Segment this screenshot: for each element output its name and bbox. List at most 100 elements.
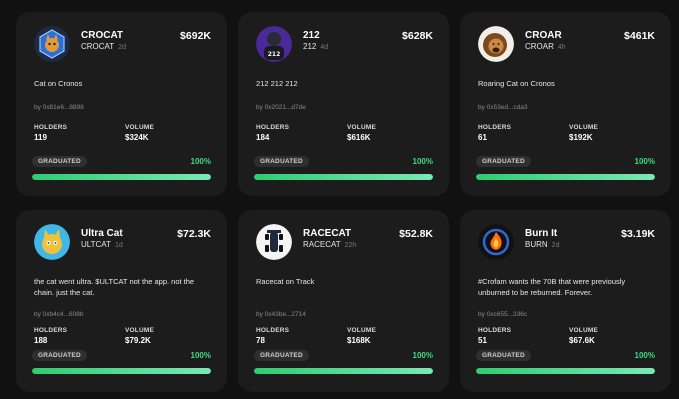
creator-address[interactable]: by 0x81e6...8898 (34, 104, 84, 111)
card-header: CROCAT CROCAT 2d $692K (34, 26, 211, 62)
token-description: 212 212 212 (256, 79, 298, 88)
212-avatar-icon: 212 (256, 26, 292, 62)
token-name: Burn It (525, 228, 558, 239)
token-stats: HOLDERS 51 VOLUME $67.6K (478, 327, 660, 345)
token-card-racecat[interactable]: RACECAT RACECAT 22h $52.8K Racecat on Tra… (238, 210, 449, 392)
token-name: RACECAT (303, 228, 352, 239)
creator-address[interactable]: by 0x43be...2714 (256, 311, 306, 318)
token-stats: HOLDERS 78 VOLUME $168K (256, 327, 438, 345)
token-ticker: CROAR (525, 42, 554, 51)
card-header: 212 212 212 4d $628K (256, 26, 433, 62)
progress-bar (476, 174, 655, 180)
volume-value: $192K (569, 133, 593, 142)
token-card-ultcat[interactable]: Ultra Cat ULTCAT 1d $72.3K the cat went u… (16, 210, 227, 392)
token-age: 1d (114, 242, 123, 249)
token-stats: HOLDERS 188 VOLUME $79.2K (34, 327, 216, 345)
token-stats: HOLDERS 184 VOLUME $616K (256, 124, 438, 142)
progress-percent: 100% (412, 351, 433, 360)
holders-label: HOLDERS (34, 327, 68, 334)
progress-bar-fill (32, 174, 211, 180)
volume-label: VOLUME (347, 124, 377, 131)
holders-value: 184 (256, 133, 270, 142)
race-car-avatar-icon (256, 224, 292, 260)
token-name: 212 (303, 30, 320, 41)
progress-percent: 100% (190, 351, 211, 360)
token-ticker: BURN (525, 240, 548, 249)
holders-label: HOLDERS (478, 327, 512, 334)
fire-coin-avatar-icon (478, 224, 514, 260)
market-cap: $461K (624, 30, 655, 42)
progress-bar-fill (254, 368, 433, 374)
token-grid: CROCAT CROCAT 2d $692K Cat on Cronos by 0… (16, 12, 671, 392)
ultra-cat-avatar-icon (34, 224, 70, 260)
token-name: Ultra Cat (81, 228, 123, 239)
holders-value: 51 (478, 336, 487, 345)
creator-address[interactable]: by 0x2021...d7de (256, 104, 306, 111)
token-card-croar[interactable]: CROAR CROAR 4h $461K Roaring Cat on Crono… (460, 12, 671, 196)
progress-percent: 100% (412, 157, 433, 166)
svg-text:212: 212 (268, 51, 281, 58)
holders-value: 119 (34, 133, 47, 142)
holders-label: HOLDERS (256, 327, 290, 334)
status-badge: GRADUATED (476, 350, 531, 361)
holders-value: 188 (34, 336, 48, 345)
progress-bar (254, 368, 433, 374)
token-card-crocat[interactable]: CROCAT CROCAT 2d $692K Cat on Cronos by 0… (16, 12, 227, 196)
holders-value: 78 (256, 336, 265, 345)
volume-value: $168K (347, 336, 371, 345)
token-card-burn[interactable]: Burn It BURN 2d $3.19K #Crofam wants the … (460, 210, 671, 392)
creator-address[interactable]: by 0xc655...336c (478, 311, 527, 318)
holders-label: HOLDERS (34, 124, 68, 131)
progress-bar (476, 368, 655, 374)
token-age: 2d (118, 44, 126, 51)
creator-address[interactable]: by 0x53ed...cda3 (478, 104, 528, 111)
token-description: Racecat on Track (256, 277, 315, 286)
volume-label: VOLUME (125, 327, 155, 334)
token-ticker: RACECAT (303, 240, 341, 249)
progress-bar-fill (476, 174, 655, 180)
status-badge: GRADUATED (254, 156, 309, 167)
creator-address[interactable]: by 0xb4c4...608b (34, 311, 84, 318)
holders-value: 61 (478, 133, 487, 142)
market-cap: $628K (402, 30, 433, 42)
token-age: 4h (557, 44, 566, 51)
token-age: 2d (551, 242, 560, 249)
status-badge: GRADUATED (32, 156, 87, 167)
holders-label: HOLDERS (256, 124, 290, 131)
token-name: CROAR (525, 30, 562, 41)
token-ticker: CROCAT (81, 42, 115, 51)
token-description: Cat on Cronos (34, 79, 83, 88)
market-cap: $692K (180, 30, 211, 42)
progress-percent: 100% (634, 157, 655, 166)
volume-label: VOLUME (125, 124, 155, 131)
token-description: the cat went ultra. $ULTCAT not the app.… (34, 277, 195, 297)
lion-avatar-icon (478, 26, 514, 62)
progress-percent: 100% (634, 351, 655, 360)
holders-label: HOLDERS (478, 124, 512, 131)
market-cap: $3.19K (621, 228, 655, 240)
progress-bar-fill (254, 174, 433, 180)
volume-label: VOLUME (347, 327, 377, 334)
progress-bar (32, 368, 211, 374)
token-description: #Crofam wants the 70B that were previous… (478, 277, 626, 297)
volume-value: $79.2K (125, 336, 151, 345)
token-age: 22h (344, 242, 357, 249)
status-badge: GRADUATED (254, 350, 309, 361)
card-header: Ultra Cat ULTCAT 1d $72.3K (34, 224, 211, 260)
volume-value: $67.6K (569, 336, 595, 345)
crocat-avatar-icon (34, 26, 70, 62)
token-ticker: 212 (303, 42, 317, 51)
card-header: RACECAT RACECAT 22h $52.8K (256, 224, 433, 260)
token-ticker: ULTCAT (81, 240, 111, 249)
market-cap: $72.3K (177, 228, 211, 240)
token-stats: HOLDERS 61 VOLUME $192K (478, 124, 660, 142)
progress-bar (32, 174, 211, 180)
progress-bar-fill (32, 368, 211, 374)
progress-bar (254, 174, 433, 180)
volume-label: VOLUME (569, 327, 599, 334)
token-card-212[interactable]: 212 212 212 4d $628K 212 212 212 by 0x202… (238, 12, 449, 196)
progress-bar-fill (476, 368, 655, 374)
status-badge: GRADUATED (476, 156, 531, 167)
market-cap: $52.8K (399, 228, 433, 240)
card-header: CROAR CROAR 4h $461K (478, 26, 655, 62)
